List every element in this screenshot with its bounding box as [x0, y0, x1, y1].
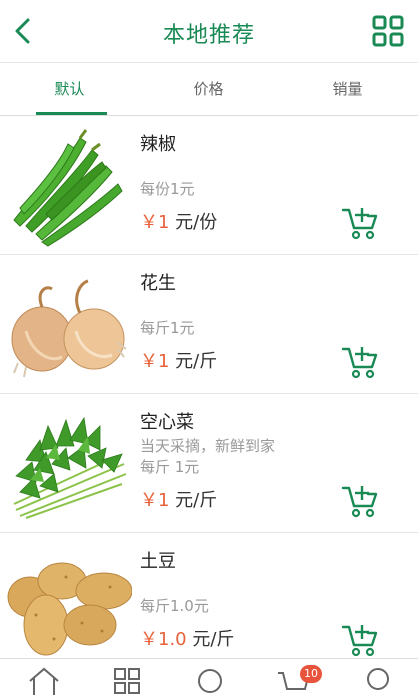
product-unit-price: 每斤1.0元 — [140, 597, 209, 615]
price-value: 1 — [158, 351, 170, 372]
price-symbol: ￥ — [140, 212, 158, 233]
product-unit-price: 每份1元 — [140, 180, 195, 198]
price-symbol: ￥ — [140, 351, 158, 372]
home-icon[interactable] — [26, 665, 62, 695]
price-per: 元/斤 — [169, 351, 218, 372]
product-list: 辣椒 每份1元 ￥1 元/份 花生 每斤1元 ￥1 元/斤 空心菜 当天采摘，新… — [0, 116, 418, 672]
price-value: 1 — [158, 490, 170, 511]
add-to-cart-icon[interactable] — [340, 619, 380, 659]
price-per: 元/斤 — [186, 629, 235, 650]
price-per: 元/斤 — [169, 490, 218, 511]
product-name: 辣椒 — [140, 134, 176, 155]
water-spinach-image — [13, 416, 127, 519]
add-to-cart-icon[interactable] — [340, 341, 380, 381]
product-item[interactable]: 辣椒 每份1元 ￥1 元/份 — [0, 116, 418, 255]
product-item[interactable]: 花生 每斤1元 ￥1 元/斤 — [0, 255, 418, 394]
price-value: 1 — [158, 212, 170, 233]
cart-badge: 10 — [300, 665, 322, 683]
product-item[interactable]: 土豆 每斤1.0元 ￥1.0 元/斤 — [0, 533, 418, 672]
add-to-cart-icon[interactable] — [340, 480, 380, 520]
category-grid-icon[interactable] — [109, 665, 145, 695]
add-to-cart-icon[interactable] — [340, 202, 380, 242]
header-bar: 本地推荐 — [0, 0, 418, 63]
price-symbol: ￥ — [140, 490, 158, 511]
product-price: ￥1 元/斤 — [140, 486, 217, 512]
product-item[interactable]: 空心菜 当天采摘，新鲜到家 每斤 1元 ￥1 元/斤 — [0, 394, 418, 533]
product-price: ￥1 元/份 — [140, 208, 217, 234]
product-name: 土豆 — [140, 551, 176, 572]
product-description: 当天采摘，新鲜到家 — [140, 437, 276, 455]
chili-image — [13, 129, 123, 247]
sort-tabs: 默认 价格 销量 — [0, 63, 418, 116]
product-price: ￥1 元/斤 — [140, 347, 217, 373]
grid-menu-icon[interactable] — [372, 15, 404, 47]
price-value: 1.0 — [158, 629, 187, 650]
search-icon[interactable] — [192, 665, 228, 695]
profile-icon[interactable] — [360, 665, 396, 695]
product-name: 花生 — [140, 273, 176, 294]
tab-default[interactable]: 默认 — [0, 63, 139, 115]
bottom-tab-bar: 10 — [0, 658, 418, 695]
product-unit-price: 每斤1元 — [140, 319, 195, 337]
tab-sales[interactable]: 销量 — [278, 63, 417, 115]
price-symbol: ￥ — [140, 629, 158, 650]
product-unit-price: 每斤 1元 — [140, 458, 200, 476]
product-price: ￥1.0 元/斤 — [140, 625, 234, 651]
price-per: 元/份 — [169, 212, 218, 233]
onion-image — [11, 279, 127, 378]
potato-image — [7, 562, 132, 656]
page-title: 本地推荐 — [162, 23, 255, 48]
product-name: 空心菜 — [140, 412, 194, 433]
tab-price[interactable]: 价格 — [139, 63, 278, 115]
